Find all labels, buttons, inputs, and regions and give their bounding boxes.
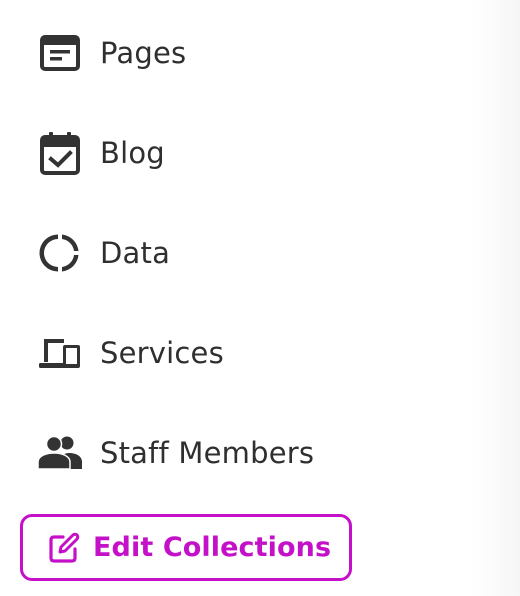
menu-item-blog[interactable]: Blog — [36, 129, 165, 177]
menu-item-label: Pages — [100, 36, 187, 70]
menu-item-staff-members[interactable]: Staff Members — [36, 429, 314, 477]
calendar-check-icon — [36, 129, 84, 177]
menu-item-services[interactable]: Services — [36, 329, 224, 377]
pages-icon — [36, 29, 84, 77]
menu-item-data[interactable]: Data — [36, 229, 170, 277]
people-icon — [36, 429, 84, 477]
edit-collections-button[interactable]: Edit Collections — [20, 514, 352, 581]
devices-icon — [36, 329, 84, 377]
menu-item-pages[interactable]: Pages — [36, 29, 186, 77]
collections-menu: Pages Blog Data Services Staff Members — [0, 0, 470, 596]
menu-item-label: Services — [100, 336, 224, 370]
menu-item-label: Data — [100, 236, 171, 270]
menu-item-label: Blog — [100, 136, 165, 170]
donut-chart-icon — [36, 229, 84, 277]
edit-icon — [47, 531, 81, 565]
edit-collections-label: Edit Collections — [93, 532, 332, 563]
menu-item-label: Staff Members — [100, 436, 315, 470]
